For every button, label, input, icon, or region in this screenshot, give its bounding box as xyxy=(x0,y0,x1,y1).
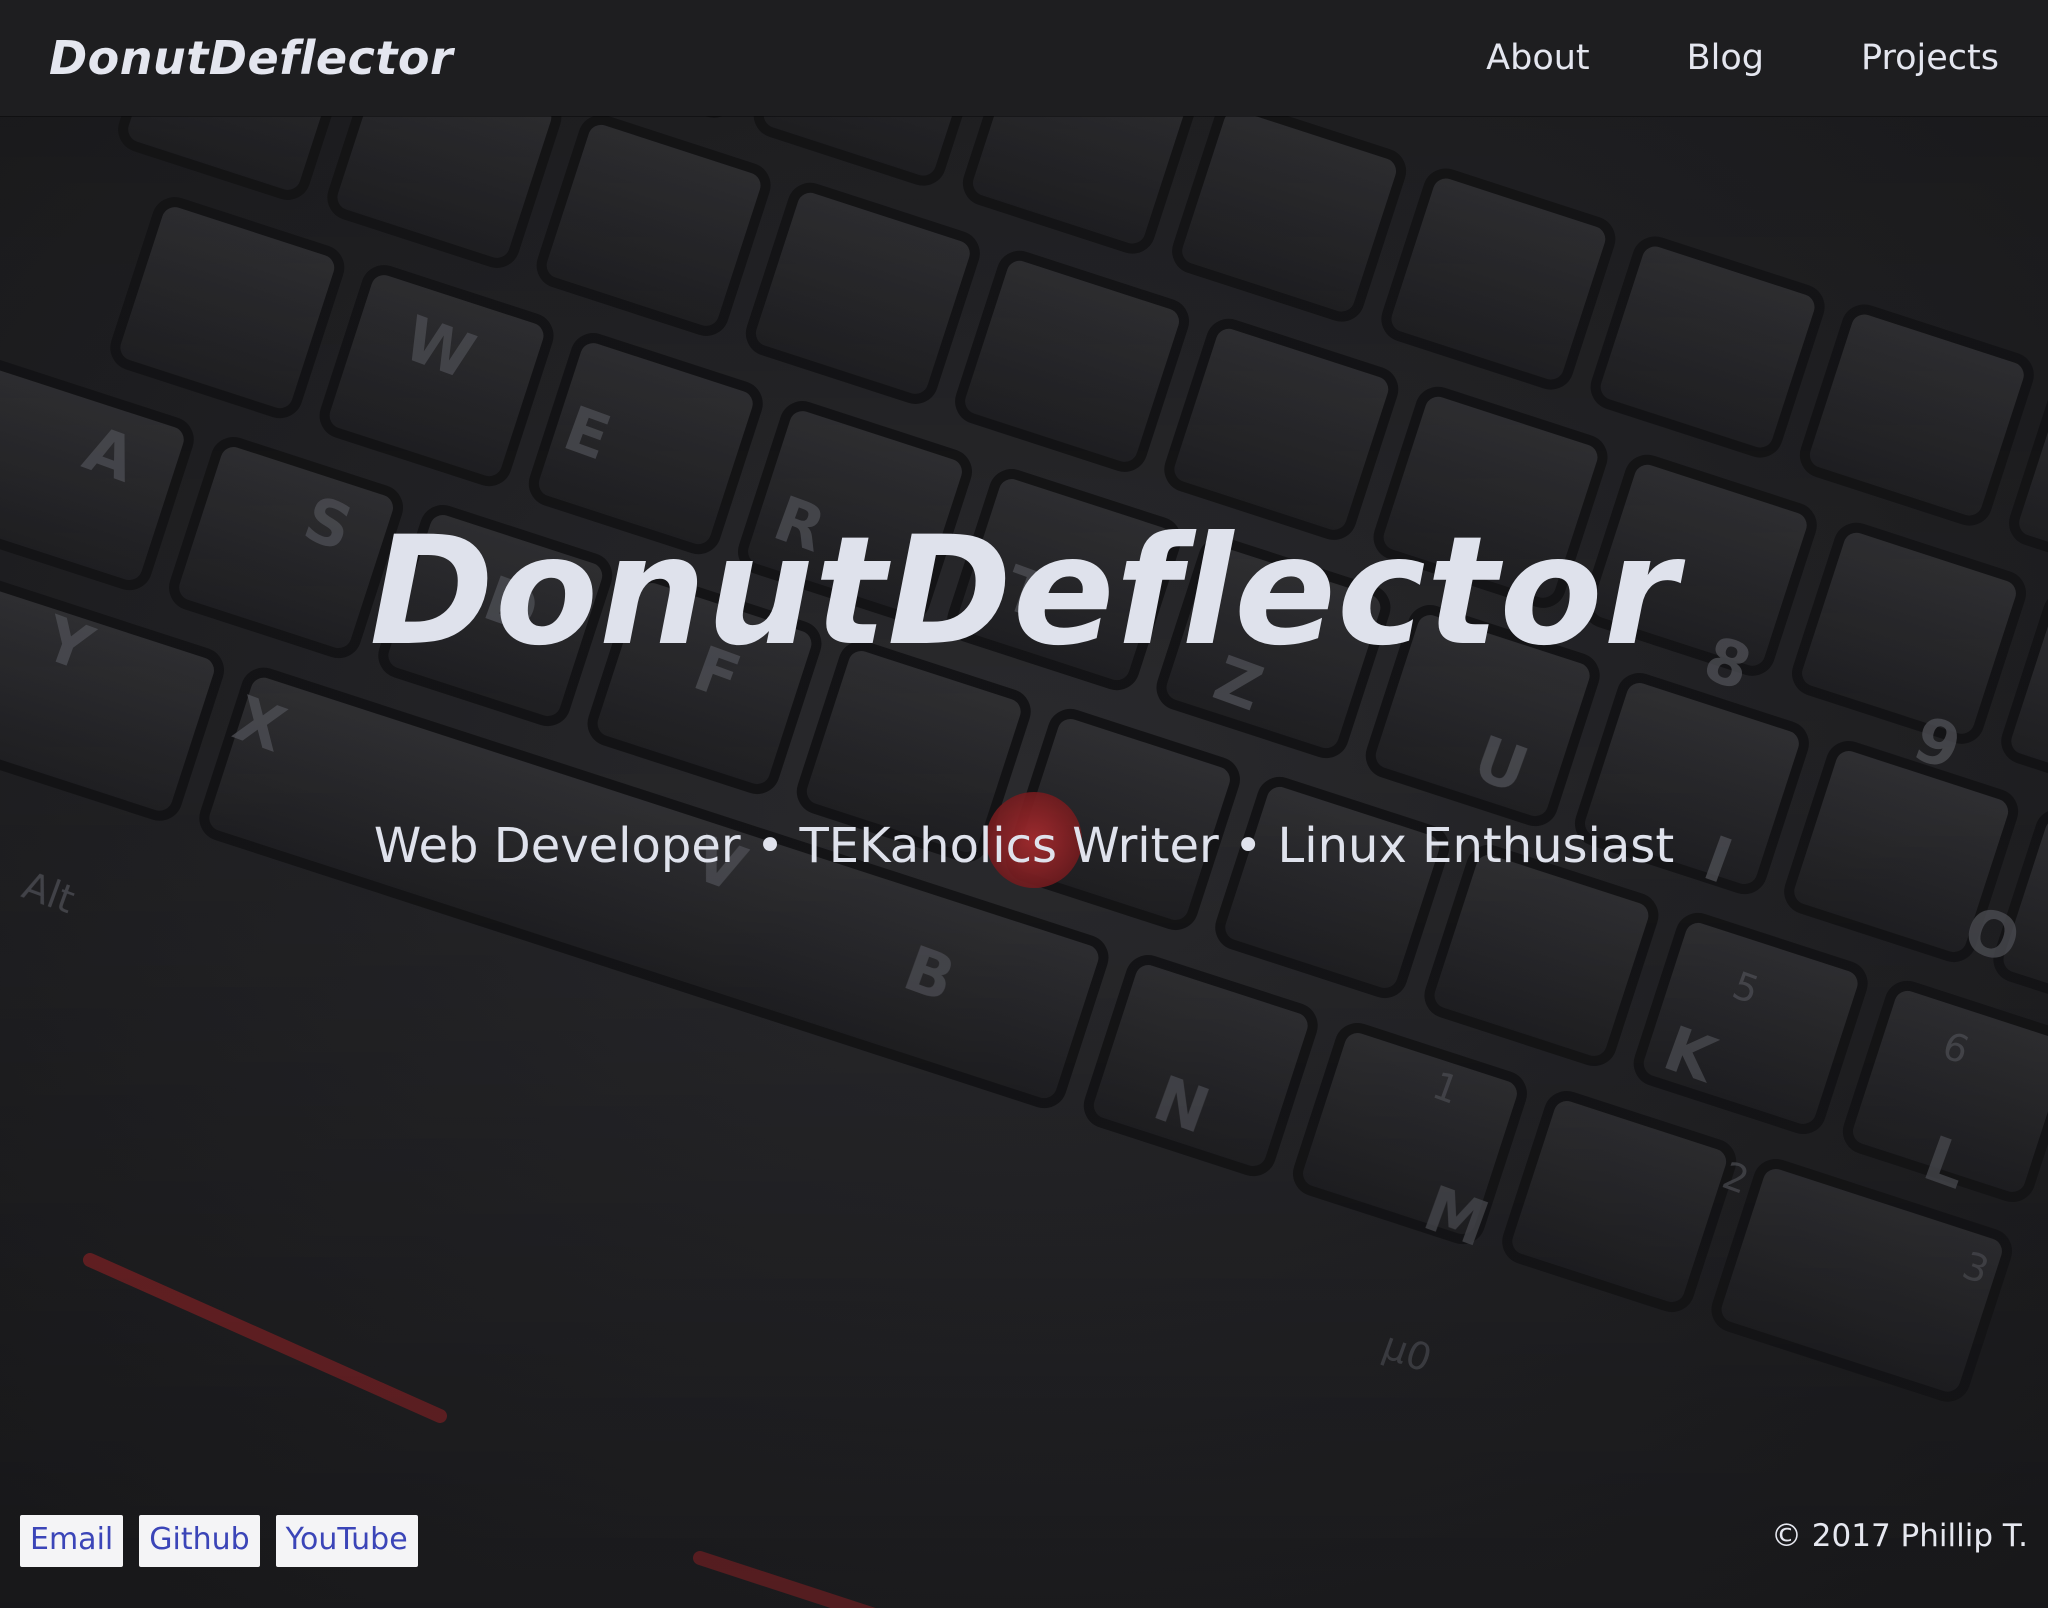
nav-link-blog[interactable]: Blog xyxy=(1687,38,1764,78)
footer-link-youtube[interactable]: YouTube xyxy=(275,1515,418,1567)
navbar: DonutDeflector About Blog Projects xyxy=(0,0,2048,116)
nav-link-about[interactable]: About xyxy=(1486,38,1589,78)
footer-link-email[interactable]: Email xyxy=(20,1515,124,1567)
nav-link-projects[interactable]: Projects xyxy=(1861,38,1999,78)
hero-subtitle: Web Developer • TEKaholics Writer • Linu… xyxy=(373,818,1675,874)
footer-link-github[interactable]: Github xyxy=(139,1515,260,1567)
nav-links: About Blog Projects xyxy=(1486,38,1999,78)
brand-logo[interactable]: DonutDeflector xyxy=(49,31,453,85)
hero-title: DonutDeflector xyxy=(369,505,1679,679)
copyright-text: © 2017 Phillip T. xyxy=(1770,1518,2028,1554)
footer-links: Email Github YouTube xyxy=(20,1515,418,1567)
